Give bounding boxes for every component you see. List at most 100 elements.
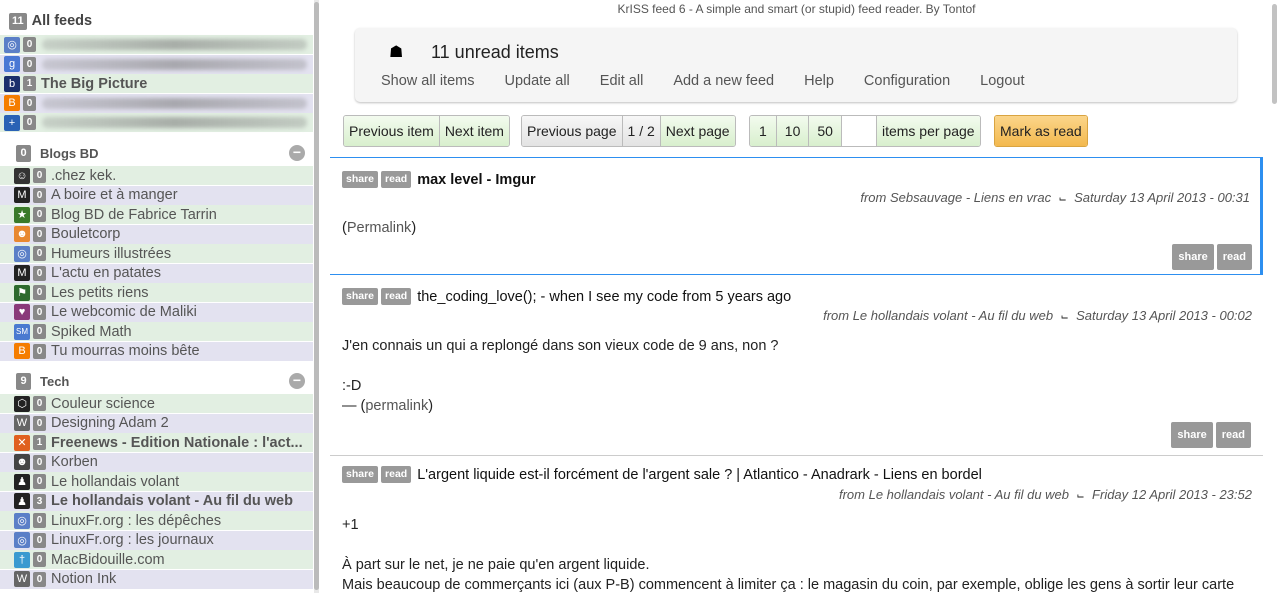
feed-count: 0 xyxy=(33,571,46,587)
menu-add-feed[interactable]: Add a new feed xyxy=(673,73,774,89)
item-title[interactable]: the_coding_love(); - when I see my code … xyxy=(417,289,791,305)
feed-row[interactable]: b 1 The Big Picture xyxy=(0,74,313,93)
menu-show-all-items[interactable]: Show all items xyxy=(381,73,474,89)
feed-row[interactable]: g0 xyxy=(0,54,313,74)
feed-name[interactable]: A boire et à manger xyxy=(51,187,178,203)
feed-row[interactable]: SM 0 Spiked Math xyxy=(0,322,313,341)
feed-name[interactable]: Korben xyxy=(51,454,98,470)
feed-name[interactable]: Le hollandais volant - Au fil du web xyxy=(51,493,293,509)
read-button[interactable]: read xyxy=(381,288,412,305)
blurred-feed-name xyxy=(42,39,307,50)
rss-icon[interactable]: ⨽ xyxy=(1077,487,1084,502)
per-page-50-button[interactable]: 50 xyxy=(809,116,842,146)
m-icon: M xyxy=(14,265,30,281)
share-button[interactable]: share xyxy=(342,466,379,483)
mark-as-read-button[interactable]: Mark as read xyxy=(995,116,1087,146)
all-feeds-row[interactable]: 11 All feeds xyxy=(0,9,313,33)
share-button[interactable]: share xyxy=(1171,422,1213,448)
feed-item[interactable]: share read max level - Imgur from Sebsau… xyxy=(330,157,1263,275)
next-page-button[interactable]: Next page xyxy=(660,116,735,146)
collapse-icon[interactable]: − xyxy=(289,145,305,161)
feed-row[interactable]: ⬡ 0 Couleur science xyxy=(0,394,313,413)
home-icon[interactable]: ☗ xyxy=(389,42,403,62)
feed-row[interactable]: B0 xyxy=(0,93,313,113)
feed-name[interactable]: .chez kek. xyxy=(51,168,116,184)
per-page-10-button[interactable]: 10 xyxy=(776,116,810,146)
feed-name[interactable]: Designing Adam 2 xyxy=(51,415,169,431)
feed-row[interactable]: ◎ 0 xyxy=(0,35,313,54)
feed-row[interactable]: ✕ 1 Freenews - Edition Nationale : l'act..… xyxy=(0,433,313,452)
items-per-page-button[interactable]: items per page xyxy=(876,116,980,146)
feed-row[interactable]: ☺ 0 .chez kek. xyxy=(0,166,313,185)
feed-row[interactable]: W 0 Designing Adam 2 xyxy=(0,413,313,433)
feed-row[interactable]: ♥ 0 Le webcomic de Maliki xyxy=(0,302,313,322)
tagline-text: - A simple and smart (or stupid) feed re… xyxy=(685,2,943,16)
previous-page-button[interactable]: Previous page xyxy=(522,116,623,146)
blogger-icon: B xyxy=(4,95,20,111)
author-link[interactable]: Tontof xyxy=(943,2,976,16)
feed-row[interactable]: ♟ 0 Le hollandais volant xyxy=(0,472,313,491)
feed-name[interactable]: Humeurs illustrées xyxy=(51,246,171,262)
group-blogs-bd[interactable]: 0 Blogs BD − xyxy=(0,141,313,165)
share-button[interactable]: share xyxy=(342,171,379,188)
share-button[interactable]: share xyxy=(1172,244,1214,270)
main-scrollbar[interactable] xyxy=(1271,0,1278,593)
permalink[interactable]: permalink xyxy=(365,398,428,414)
feed-name[interactable]: Freenews - Edition Nationale : l'act... xyxy=(51,435,303,451)
feed-item[interactable]: share read L'argent liquide est-il forcé… xyxy=(330,456,1263,593)
feed-name[interactable]: Couleur science xyxy=(51,396,155,412)
feed-row[interactable]: † 0 MacBidouille.com xyxy=(0,550,313,569)
rss-icon[interactable]: ⨽ xyxy=(1059,190,1066,205)
feed-name[interactable]: Le hollandais volant xyxy=(51,474,179,490)
feed-row[interactable]: ☻ 0 Bouletcorp xyxy=(0,224,313,244)
permalink[interactable]: Permalink xyxy=(347,220,411,236)
feed-name[interactable]: L'actu en patates xyxy=(51,265,161,281)
per-page-input[interactable] xyxy=(841,116,877,146)
menu-edit-all[interactable]: Edit all xyxy=(600,73,644,89)
menu-configuration[interactable]: Configuration xyxy=(864,73,950,89)
feed-row[interactable]: ⚑ 0 Les petits riens xyxy=(0,283,313,302)
share-button[interactable]: share xyxy=(342,288,379,305)
feed-name[interactable]: LinuxFr.org : les dépêches xyxy=(51,513,221,529)
rss-icon[interactable]: ⨽ xyxy=(1061,308,1068,323)
read-button[interactable]: read xyxy=(1215,422,1251,448)
feed-name[interactable]: Blog BD de Fabrice Tarrin xyxy=(51,207,217,223)
feed-item[interactable]: share read the_coding_love(); - when I s… xyxy=(330,277,1263,452)
per-page-1-button[interactable]: 1 xyxy=(750,116,777,146)
menu-logout[interactable]: Logout xyxy=(980,73,1024,89)
item-title[interactable]: L'argent liquide est-il forcément de l'a… xyxy=(417,467,982,483)
read-button[interactable]: read xyxy=(381,171,412,188)
feed-name[interactable]: Bouletcorp xyxy=(51,226,120,242)
menu-help[interactable]: Help xyxy=(804,73,834,89)
feed-row[interactable]: M0 A boire et à manger xyxy=(0,185,313,205)
feed-name[interactable]: Tu mourras moins bête xyxy=(51,343,200,359)
feed-row[interactable]: W 0 Notion Ink xyxy=(0,569,313,589)
feed-row[interactable]: ◎ 0 LinuxFr.org : les journaux xyxy=(0,530,313,550)
item-title[interactable]: max level - Imgur xyxy=(417,172,535,188)
feed-row[interactable]: ◎ 0 Humeurs illustrées xyxy=(0,244,313,263)
feed-name[interactable]: LinuxFr.org : les journaux xyxy=(51,532,214,548)
feed-row[interactable]: B 0 Tu mourras moins bête xyxy=(0,341,313,361)
group-tech[interactable]: 9 Tech − xyxy=(0,369,313,393)
menu-update-all[interactable]: Update all xyxy=(504,73,569,89)
feed-name[interactable]: MacBidouille.com xyxy=(51,552,165,568)
feed-name[interactable]: The Big Picture xyxy=(41,76,147,92)
read-button[interactable]: read xyxy=(381,466,412,483)
collapse-icon[interactable]: − xyxy=(289,373,305,389)
feed-row[interactable]: ♟ 3 Le hollandais volant - Au fil du web xyxy=(0,491,313,511)
blurred-feed-name xyxy=(42,117,307,128)
feed-row[interactable]: ☻ 0 Korben xyxy=(0,452,313,472)
feed-row[interactable]: ★ 0 Blog BD de Fabrice Tarrin xyxy=(0,205,313,224)
next-item-button[interactable]: Next item xyxy=(439,116,509,146)
feed-name[interactable]: Les petits riens xyxy=(51,285,149,301)
previous-item-button[interactable]: Previous item xyxy=(344,116,440,146)
feed-row[interactable]: ◎ 0 LinuxFr.org : les dépêches xyxy=(0,511,313,530)
sidebar-scrollbar[interactable] xyxy=(314,0,319,593)
feed-name[interactable]: Spiked Math xyxy=(51,324,132,340)
feed-name[interactable]: Notion Ink xyxy=(51,571,116,587)
read-button[interactable]: read xyxy=(1216,244,1252,270)
feed-name[interactable]: Le webcomic de Maliki xyxy=(51,304,197,320)
feed-row[interactable]: +0 xyxy=(0,113,313,132)
hollandais-icon: ♟ xyxy=(14,473,30,490)
feed-row[interactable]: M 0 L'actu en patates xyxy=(0,263,313,283)
